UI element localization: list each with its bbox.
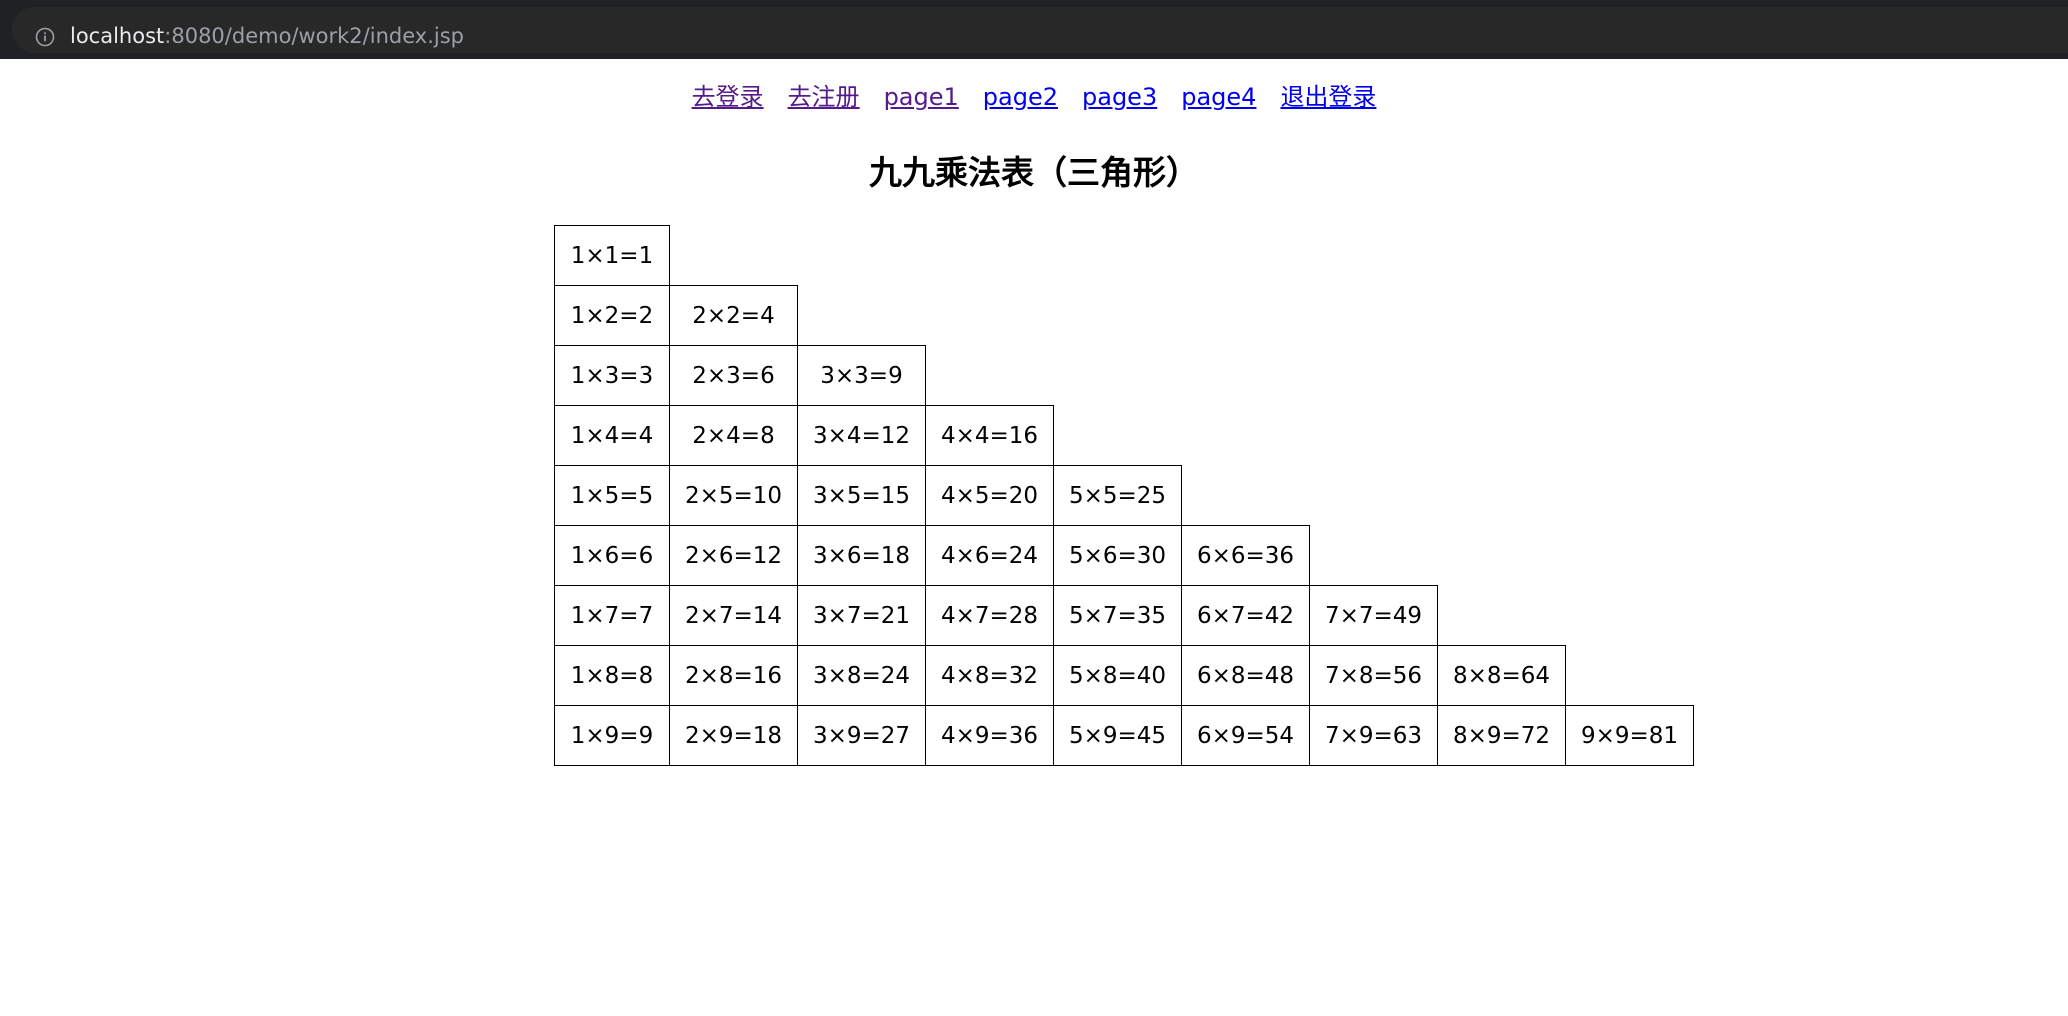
table-cell: 1×9=9: [554, 705, 670, 766]
address-bar[interactable]: localhost:8080/demo/work2/index.jsp: [12, 7, 2068, 53]
table-cell: 6×9=54: [1181, 705, 1310, 766]
nav-link-6[interactable]: page4: [1181, 83, 1256, 111]
table-cell: 1×6=6: [554, 525, 670, 586]
table-cell: 3×3=9: [797, 345, 926, 406]
table-cell: 3×6=18: [797, 525, 926, 586]
table-cell: 1×2=2: [554, 285, 670, 346]
table-cell: 2×9=18: [669, 705, 798, 766]
url-text[interactable]: localhost:8080/demo/work2/index.jsp: [70, 22, 464, 50]
table-cell: 5×8=40: [1053, 645, 1182, 706]
table-cell: 8×8=64: [1437, 645, 1566, 706]
table-cell: 5×9=45: [1053, 705, 1182, 766]
url-host: localhost: [70, 24, 165, 48]
table-cell: 3×8=24: [797, 645, 926, 706]
table-cell: 8×9=72: [1437, 705, 1566, 766]
nav-link-1[interactable]: 去登录: [692, 83, 764, 111]
table-cell: 1×3=3: [554, 345, 670, 406]
table-cell: 4×8=32: [925, 645, 1054, 706]
table-cell: 7×7=49: [1309, 585, 1438, 646]
table-cell: 5×7=35: [1053, 585, 1182, 646]
table-cell: 2×7=14: [669, 585, 798, 646]
table-cell: 2×2=4: [669, 285, 798, 346]
table-cell: 4×4=16: [925, 405, 1054, 466]
table-cell: 1×8=8: [554, 645, 670, 706]
page-title: 九九乘法表（三角形）: [869, 153, 1199, 192]
table-cell: 2×4=8: [669, 405, 798, 466]
table-cell: 2×5=10: [669, 465, 798, 526]
nav-link-2[interactable]: 去注册: [788, 83, 860, 111]
nav-link-4[interactable]: page2: [983, 83, 1058, 111]
multiplication-table: 1×1=1 1×2=2 2×2=4 1×3=3 2×3=6 3×3=9 1×4=4 2×4=8…: [554, 225, 1694, 825]
table-cell: 3×4=12: [797, 405, 926, 466]
url-path: :8080/demo/work2/index.jsp: [164, 24, 464, 48]
nav-links: 去登录 去注册 page1 page2 page3 page4 退出登录: [0, 81, 2068, 113]
table-cell: 1×7=7: [554, 585, 670, 646]
table-cell: 1×1=1: [554, 225, 670, 286]
browser-toolbar: localhost:8080/demo/work2/index.jsp: [0, 0, 2068, 59]
table-cell: 3×7=21: [797, 585, 926, 646]
table-cell: 4×5=20: [925, 465, 1054, 526]
table-cell: 1×4=4: [554, 405, 670, 466]
table-cell: 4×9=36: [925, 705, 1054, 766]
table-cell: 7×9=63: [1309, 705, 1438, 766]
table-cell: 3×5=15: [797, 465, 926, 526]
nav-link-7[interactable]: 退出登录: [1280, 83, 1376, 111]
table-cell: 4×7=28: [925, 585, 1054, 646]
table-cell: 6×7=42: [1181, 585, 1310, 646]
table-cell: 4×6=24: [925, 525, 1054, 586]
table-cell: 2×3=6: [669, 345, 798, 406]
table-cell: 7×8=56: [1309, 645, 1438, 706]
table-cell: 6×6=36: [1181, 525, 1310, 586]
table-cell: 1×5=5: [554, 465, 670, 526]
table-cell: 6×8=48: [1181, 645, 1310, 706]
table-cell: 9×9=81: [1565, 705, 1694, 766]
nav-link-3[interactable]: page1: [884, 83, 959, 111]
table-cell: 2×8=16: [669, 645, 798, 706]
table-cell: 5×6=30: [1053, 525, 1182, 586]
nav-link-5[interactable]: page3: [1082, 83, 1157, 111]
table-cell: 3×9=27: [797, 705, 926, 766]
table-cell: 2×6=12: [669, 525, 798, 586]
info-icon[interactable]: [35, 27, 55, 47]
page-content: 去登录 去注册 page1 page2 page3 page4 退出登录 九九乘法表（三角形…: [0, 59, 2068, 1016]
table-cell: 5×5=25: [1053, 465, 1182, 526]
